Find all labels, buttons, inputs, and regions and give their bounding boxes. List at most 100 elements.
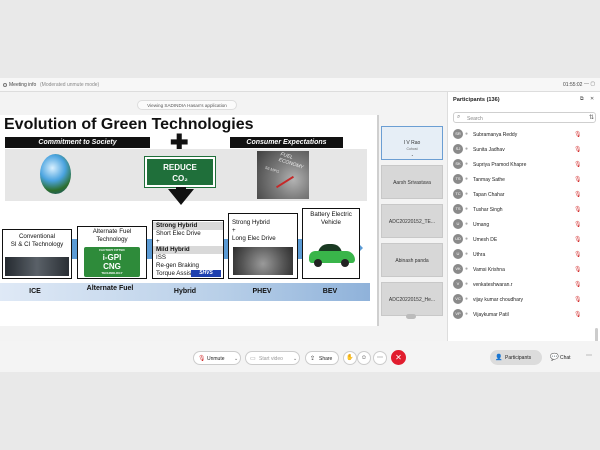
participant-name: Tushar Singh [473, 206, 503, 213]
video-tile[interactable]: ADC20220152_He... [381, 282, 443, 316]
tile-name: ADC20220152_TE... [388, 219, 436, 225]
raise-hand-icon[interactable]: ✋ [343, 351, 357, 365]
muted-mic-icon: 🎙 [574, 176, 582, 183]
participant-row[interactable]: VK ● Vamsi Krishna 🎙 [453, 264, 593, 276]
person-icon: ● [465, 146, 469, 152]
reactions-icon[interactable]: ☺ [357, 351, 371, 365]
participant-row[interactable]: U ● Uthra 🎙 [453, 249, 593, 261]
participant-row[interactable]: U ● Umang 🎙 [453, 219, 593, 231]
charging-plug-image [233, 247, 293, 275]
person-icon: ● [465, 266, 469, 272]
person-icon: ● [465, 131, 469, 137]
chat-label: Chat [560, 355, 571, 361]
avatar: U [453, 219, 463, 229]
chevron-down-icon[interactable]: ⌄ [293, 356, 297, 362]
participant-row[interactable]: SJ ● Sunita Jadhav 🎙 [453, 144, 593, 156]
participant-name: Subramanya Reddy [473, 131, 518, 138]
igpi-cng-logo: FACTORY FITTED i-GPI CNG TECHNOLOGY [84, 247, 140, 277]
participant-row[interactable]: SR ● Subramanya Reddy 🎙 [453, 129, 593, 141]
more-options-icon[interactable]: ⋯ [373, 351, 387, 365]
meeting-window: Meeting info (Moderated unmute mode) 01:… [0, 78, 600, 372]
video-tile[interactable]: I V Rao Cohost ◔ [381, 126, 443, 160]
share-button[interactable]: ⇪ Share [305, 351, 339, 365]
cng-line2: CNG [103, 262, 121, 271]
participant-row[interactable]: TS ● Tanmay Sathe 🎙 [453, 174, 593, 186]
participant-name: Vamsi Krishna [473, 266, 505, 273]
stage-alternate-fuel: Alternate Fuel [86, 285, 134, 292]
chat-icon: 💬 [550, 354, 559, 361]
avatar: VP [453, 309, 463, 319]
muted-mic-icon: 🎙 [574, 131, 582, 138]
muted-mic-icon: 🎙 [198, 356, 206, 362]
box3-line3: Re-gen Braking [156, 262, 199, 269]
avatar: TS [453, 204, 463, 214]
person-icon: ● [465, 311, 469, 317]
avatar: SK [453, 159, 463, 169]
box2-line1: Alternate Fuel [92, 228, 132, 235]
video-tile[interactable]: Aarsh Srivastava [381, 165, 443, 199]
start-video-label: Start video [259, 356, 283, 362]
participant-row[interactable]: V ● venkateshwaran.r 🎙 [453, 279, 593, 291]
window-controls-icon[interactable]: — ▢ [584, 81, 595, 87]
participant-row[interactable]: SK ● Supriya Pramod Khapre 🎙 [453, 159, 593, 171]
box3-line1: Short Elec Drive [156, 230, 201, 237]
avatar: TS [453, 174, 463, 184]
participant-name: venkateshwaran.r [473, 281, 513, 288]
chat-button[interactable]: 💬 Chat [548, 350, 582, 365]
participants-search[interactable]: ⌕ Search [453, 112, 596, 123]
share-label: Share [319, 356, 333, 362]
meeting-controls: 🎙 Unmute ⌄ ▭ Start video ⌄ ⇪ Share ✋ ☺ ⋯… [0, 341, 600, 372]
participant-row[interactable]: VC ● vijay kumar choudhary 🎙 [453, 294, 593, 306]
reduce-co2-sign: REDUCE CO₂ [144, 156, 216, 188]
leave-meeting-button[interactable]: ✕ [391, 350, 406, 365]
person-icon: ● [465, 296, 469, 302]
stage-bev: BEV [322, 288, 338, 295]
sort-icon[interactable]: ⇅ [589, 114, 594, 121]
participants-scrollbar[interactable] [595, 328, 598, 342]
more-icon[interactable]: ⋯ [586, 352, 592, 359]
muted-mic-icon: 🎙 [574, 296, 582, 303]
avatar: SR [453, 129, 463, 139]
avatar: TC [453, 189, 463, 199]
participant-row[interactable]: TS ● Tushar Singh 🎙 [453, 204, 593, 216]
participant-row[interactable]: TC ● Tapan Chahar 🎙 [453, 189, 593, 201]
muted-mic-icon: 🎙 [574, 161, 582, 168]
muted-mic-icon: 🎙 [574, 266, 582, 273]
slide-header-right: Consumer Expectations [230, 137, 343, 148]
hybrid-box: Strong Hybrid Short Elec Drive + Mild Hy… [152, 220, 224, 279]
gauge-mpg: 56 MPG [264, 164, 281, 175]
tile-role: Cohost [406, 147, 418, 151]
close-icon[interactable]: ✕ [590, 96, 594, 102]
participants-icon: 👤 [495, 355, 503, 361]
gauge-fuel-text: FUEL ECONOMY [278, 151, 306, 170]
participant-name: Uthra [473, 251, 486, 258]
participant-name: Tanmay Sathe [473, 176, 505, 183]
stage-divider[interactable] [377, 115, 379, 326]
tile-name: ADC20220152_He... [388, 297, 436, 303]
gauge-needle [275, 175, 295, 189]
shvs-badge: SHVS [191, 270, 221, 277]
slide-header-left: Commitment to Society [5, 137, 150, 148]
stage-ice: ICE [29, 288, 41, 295]
participant-row[interactable]: UD ● Umesh DE 🎙 [453, 234, 593, 246]
unmute-button[interactable]: 🎙 Unmute ⌄ [193, 351, 241, 365]
engine-image [5, 257, 69, 276]
stage-hybrid: Hybrid [173, 288, 197, 295]
muted-mic-icon: 🎙 [574, 206, 582, 213]
box4-plus: + [232, 227, 236, 234]
person-icon: ● [465, 221, 469, 227]
participants-button[interactable]: 👤 Participants [490, 350, 542, 365]
start-video-button[interactable]: ▭ Start video ⌄ [245, 351, 300, 365]
video-tile[interactable]: Abinash panda [381, 243, 443, 277]
person-icon: ● [465, 236, 469, 242]
share-icon: ⇪ [310, 356, 316, 362]
participant-row[interactable]: VP ● Vijaykumar Patil 🎙 [453, 309, 593, 321]
tile-name: Aarsh Srivastava [393, 180, 431, 186]
chevron-down-icon[interactable]: ⌄ [234, 356, 238, 362]
box3-plus: + [156, 238, 160, 245]
video-tile[interactable]: ADC20220152_TE... [381, 204, 443, 238]
tiles-scroll-handle[interactable] [406, 314, 416, 319]
meeting-info-button[interactable]: Meeting info [3, 82, 36, 88]
box5-line1: Battery Electric [310, 211, 352, 218]
popout-icon[interactable]: ⧉ [580, 96, 584, 102]
